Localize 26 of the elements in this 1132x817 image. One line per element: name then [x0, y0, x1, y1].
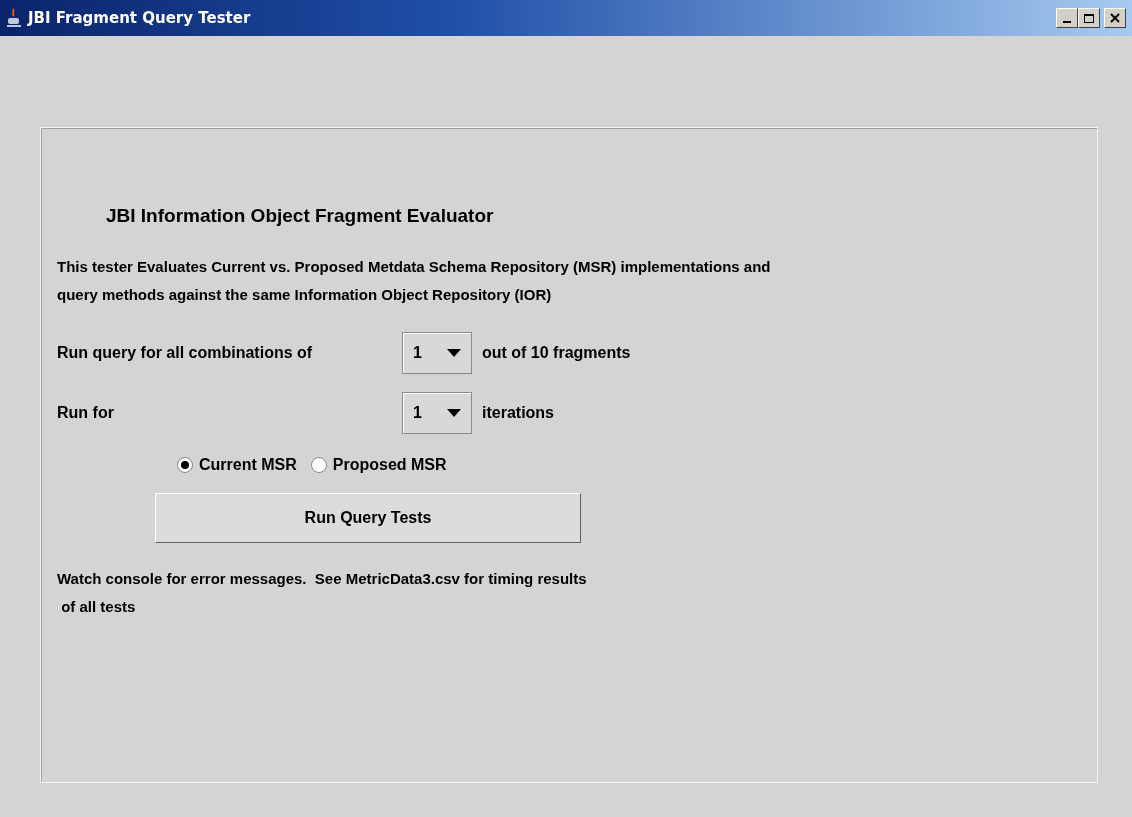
caret-icon [447, 408, 461, 417]
radio-option[interactable]: Current MSR [177, 452, 297, 477]
coffee-cup-icon [6, 8, 22, 28]
close-button[interactable] [1104, 8, 1126, 28]
description-line: query methods against the same Information Object Repository (IOR) [57, 284, 553, 305]
radio-button[interactable] [310, 456, 327, 473]
run-button[interactable]: Run Query Tests [155, 492, 581, 543]
field-label: Run query for all combinations of [57, 342, 314, 363]
close-icon [1110, 13, 1120, 23]
dropdown[interactable]: 1 [402, 331, 472, 374]
maximize-button[interactable] [1078, 8, 1100, 28]
description-line: This tester Evaluates Current vs. Proposed Metdata Schema Repository (MSR) implementations and [57, 256, 772, 277]
field-label: Run for [57, 402, 115, 423]
minimize-button[interactable] [1056, 8, 1078, 28]
dropdown[interactable]: 1 [402, 391, 472, 434]
radio-option[interactable]: Proposed MSR [310, 452, 447, 477]
field-suffix: iterations [482, 402, 554, 423]
note-line: of all tests [60, 596, 137, 617]
heading: JBI Information Object Fragment Evaluator [106, 204, 495, 228]
minimize-icon [1063, 21, 1071, 23]
window-title: JBI Fragment Query Tester [28, 7, 251, 29]
field-suffix: out of 10 fragments [482, 342, 631, 363]
caret-icon [447, 348, 461, 357]
radio-button[interactable] [177, 456, 193, 473]
maximize-icon [1083, 13, 1095, 23]
note-line: Watch console for error messages. See MetricData3.csv for timing results [57, 568, 588, 589]
